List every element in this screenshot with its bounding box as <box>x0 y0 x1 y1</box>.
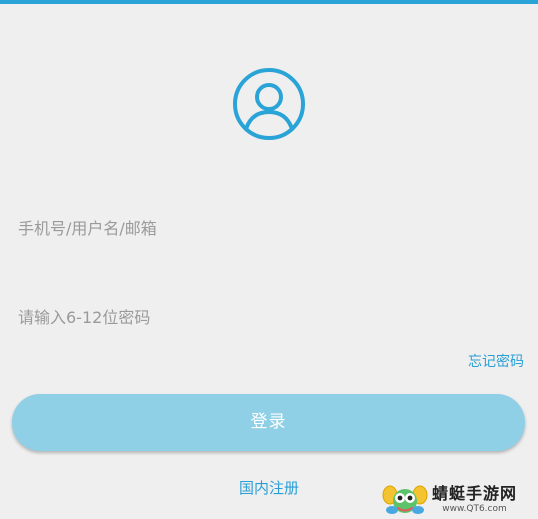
dragonfly-logo-icon <box>382 485 428 514</box>
username-input[interactable] <box>18 208 518 248</box>
forgot-password-link[interactable]: 忘记密码 <box>468 351 524 371</box>
user-avatar-icon <box>233 68 305 140</box>
login-button[interactable]: 登录 <box>12 394 525 451</box>
password-input[interactable] <box>18 297 518 337</box>
watermark-title: 蜻蜓手游网 <box>432 484 518 503</box>
watermark: 蜻蜓手游网 www.QT6.com <box>382 483 534 517</box>
top-accent-bar <box>0 0 538 4</box>
watermark-url: www.QT6.com <box>442 504 507 514</box>
